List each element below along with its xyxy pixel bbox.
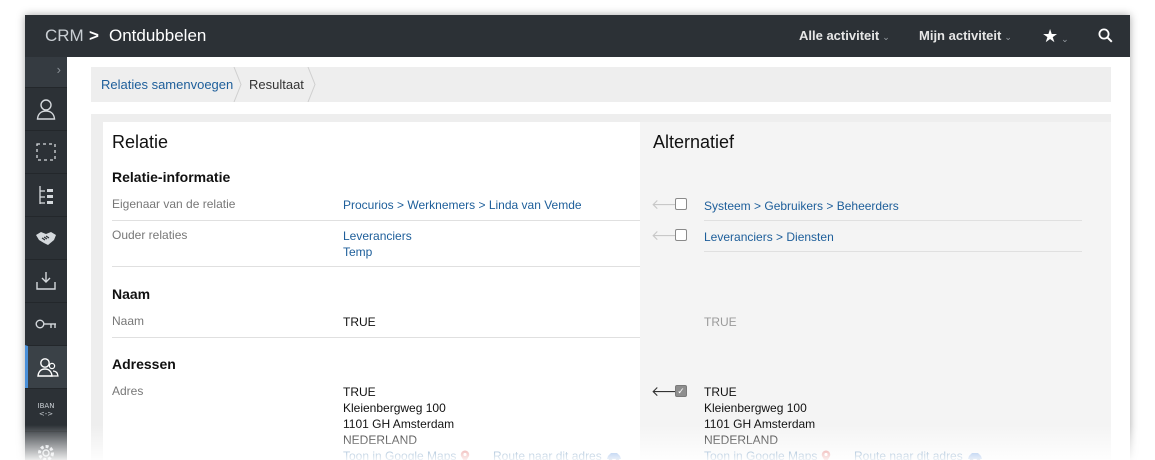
divider: [112, 337, 640, 338]
alt-address-line: 1101 GH Amsterdam: [704, 417, 816, 431]
alt-owner-value-link[interactable]: Systeem > Gebruikers > Beheerders: [704, 198, 899, 214]
sidebar: › IBAN <->: [25, 57, 67, 460]
my-activity-menu[interactable]: Mijn activiteit ⌄: [919, 15, 1012, 57]
breadcrumb-chevron-icon: [307, 67, 316, 102]
breadcrumb-chevron-icon: [233, 67, 242, 102]
search-button[interactable]: [1098, 15, 1113, 57]
alt-address-line: Kleienbergweg 100: [704, 401, 807, 415]
address-label: Adres: [112, 384, 144, 398]
relation-info-heading: Relatie-informatie: [112, 169, 231, 185]
chevron-down-icon: ⌄: [882, 32, 890, 42]
parent-merge-checkbox[interactable]: [675, 229, 687, 241]
user-icon: [36, 99, 56, 120]
route-label: Route naar dit adres: [493, 449, 602, 460]
alt-address-line: TRUE: [704, 385, 737, 399]
address-line: NEDERLAND: [343, 433, 418, 447]
map-pin-icon: [461, 450, 470, 460]
address-line: 1101 GH Amsterdam: [343, 417, 455, 431]
gear-icon: [38, 445, 54, 460]
my-activity-label: Mijn activiteit: [919, 28, 1002, 43]
alternative-title: Alternatief: [653, 132, 735, 152]
alternative-panel: Alternatief 🡐 Systeem > Gebruikers > Beh…: [640, 122, 1111, 460]
breadcrumb-merge-relations[interactable]: Relaties samenvoegen: [101, 67, 233, 102]
all-activity-menu[interactable]: Alle activiteit ⌄: [799, 15, 890, 57]
name-value: TRUE: [343, 315, 376, 329]
sidebar-item-relations[interactable]: [25, 87, 67, 130]
divider: [112, 220, 640, 221]
address-merge-checkbox[interactable]: ✓: [675, 385, 687, 397]
sidebar-item-deals[interactable]: [25, 216, 67, 259]
breadcrumb-result: Resultaat: [249, 77, 304, 92]
sidebar-item-access[interactable]: [25, 302, 67, 345]
car-icon: [967, 452, 982, 460]
divider: [112, 266, 640, 267]
alt-name-value: TRUE: [704, 315, 737, 329]
alt-route-label: Route naar dit adres: [854, 449, 963, 460]
page-title: Ontdubbelen: [109, 26, 207, 45]
sidebar-item-import[interactable]: [25, 259, 67, 302]
alt-address-line: NEDERLAND: [704, 433, 779, 447]
parent-relation-link[interactable]: Leveranciers: [343, 228, 412, 244]
iban-icon-arrows: <->: [38, 410, 54, 418]
alt-google-maps-label: Toon in Google Maps: [704, 449, 818, 460]
parent-relations-label: Ouder relaties: [112, 228, 188, 242]
sidebar-toggle[interactable]: ›: [25, 57, 67, 87]
key-icon: [35, 319, 56, 329]
sidebar-item-selections[interactable]: [25, 130, 67, 173]
name-heading: Naam: [112, 286, 151, 302]
app-window: CRM > Ontdubbelen Alle activiteit ⌄ Mijn …: [25, 15, 1130, 460]
alt-google-maps-link[interactable]: Toon in Google Maps: [704, 448, 831, 460]
all-activity-label: Alle activiteit: [799, 28, 880, 43]
divider: [704, 251, 1082, 252]
main-content: Relaties samenvoegen Resultaat Relatie R…: [67, 57, 1130, 460]
sidebar-item-iban[interactable]: IBAN <->: [25, 388, 67, 431]
relation-title: Relatie: [112, 132, 169, 152]
selection-icon: [36, 143, 56, 161]
google-maps-label: Toon in Google Maps: [343, 449, 457, 460]
download-tray-icon: [36, 272, 56, 290]
route-link[interactable]: Route naar dit adres: [493, 448, 622, 460]
alt-route-link[interactable]: Route naar dit adres: [854, 448, 983, 460]
favorites-menu[interactable]: ★ ⌄: [1042, 15, 1069, 57]
app-name-link[interactable]: CRM: [45, 15, 84, 57]
iban-icon-text: IBAN: [37, 402, 55, 410]
divider: [704, 220, 1082, 221]
top-bar: CRM > Ontdubbelen Alle activiteit ⌄ Mijn …: [25, 15, 1130, 57]
alt-parent-relation-link[interactable]: Leveranciers > Diensten: [704, 229, 834, 245]
name-label: Naam: [112, 314, 145, 328]
car-icon: [606, 452, 621, 460]
hierarchy-icon: [39, 186, 53, 204]
search-icon: [1098, 28, 1113, 43]
owner-merge-checkbox[interactable]: [675, 198, 687, 210]
parent-relation-link[interactable]: Temp: [343, 244, 372, 260]
google-maps-link[interactable]: Toon in Google Maps: [343, 448, 470, 460]
title-separator: >: [89, 26, 99, 45]
address-line: Kleienbergweg 100: [343, 401, 446, 415]
relation-panel: Relatie Relatie-informatie Eigenaar van …: [103, 122, 640, 460]
addresses-heading: Adressen: [112, 356, 176, 372]
sidebar-item-hierarchy[interactable]: [25, 173, 67, 216]
chevron-down-icon: ⌄: [1004, 32, 1012, 42]
owner-label: Eigenaar van de relatie: [112, 197, 236, 211]
chevron-down-icon: ⌄: [1061, 34, 1069, 44]
handshake-icon: [36, 232, 56, 245]
map-pin-icon: [822, 450, 831, 460]
address-line: TRUE: [343, 385, 376, 399]
sidebar-item-settings[interactable]: [25, 431, 67, 460]
breadcrumb: Relaties samenvoegen Resultaat: [91, 67, 1111, 102]
star-icon: ★: [1042, 26, 1059, 46]
merge-panels: Relatie Relatie-informatie Eigenaar van …: [91, 114, 1111, 460]
owner-value-link[interactable]: Procurios > Werknemers > Linda van Vemde: [343, 197, 582, 213]
sidebar-item-deduplicate[interactable]: [25, 345, 67, 388]
iban-icon: IBAN <->: [38, 402, 55, 418]
merge-users-icon: [36, 358, 59, 377]
